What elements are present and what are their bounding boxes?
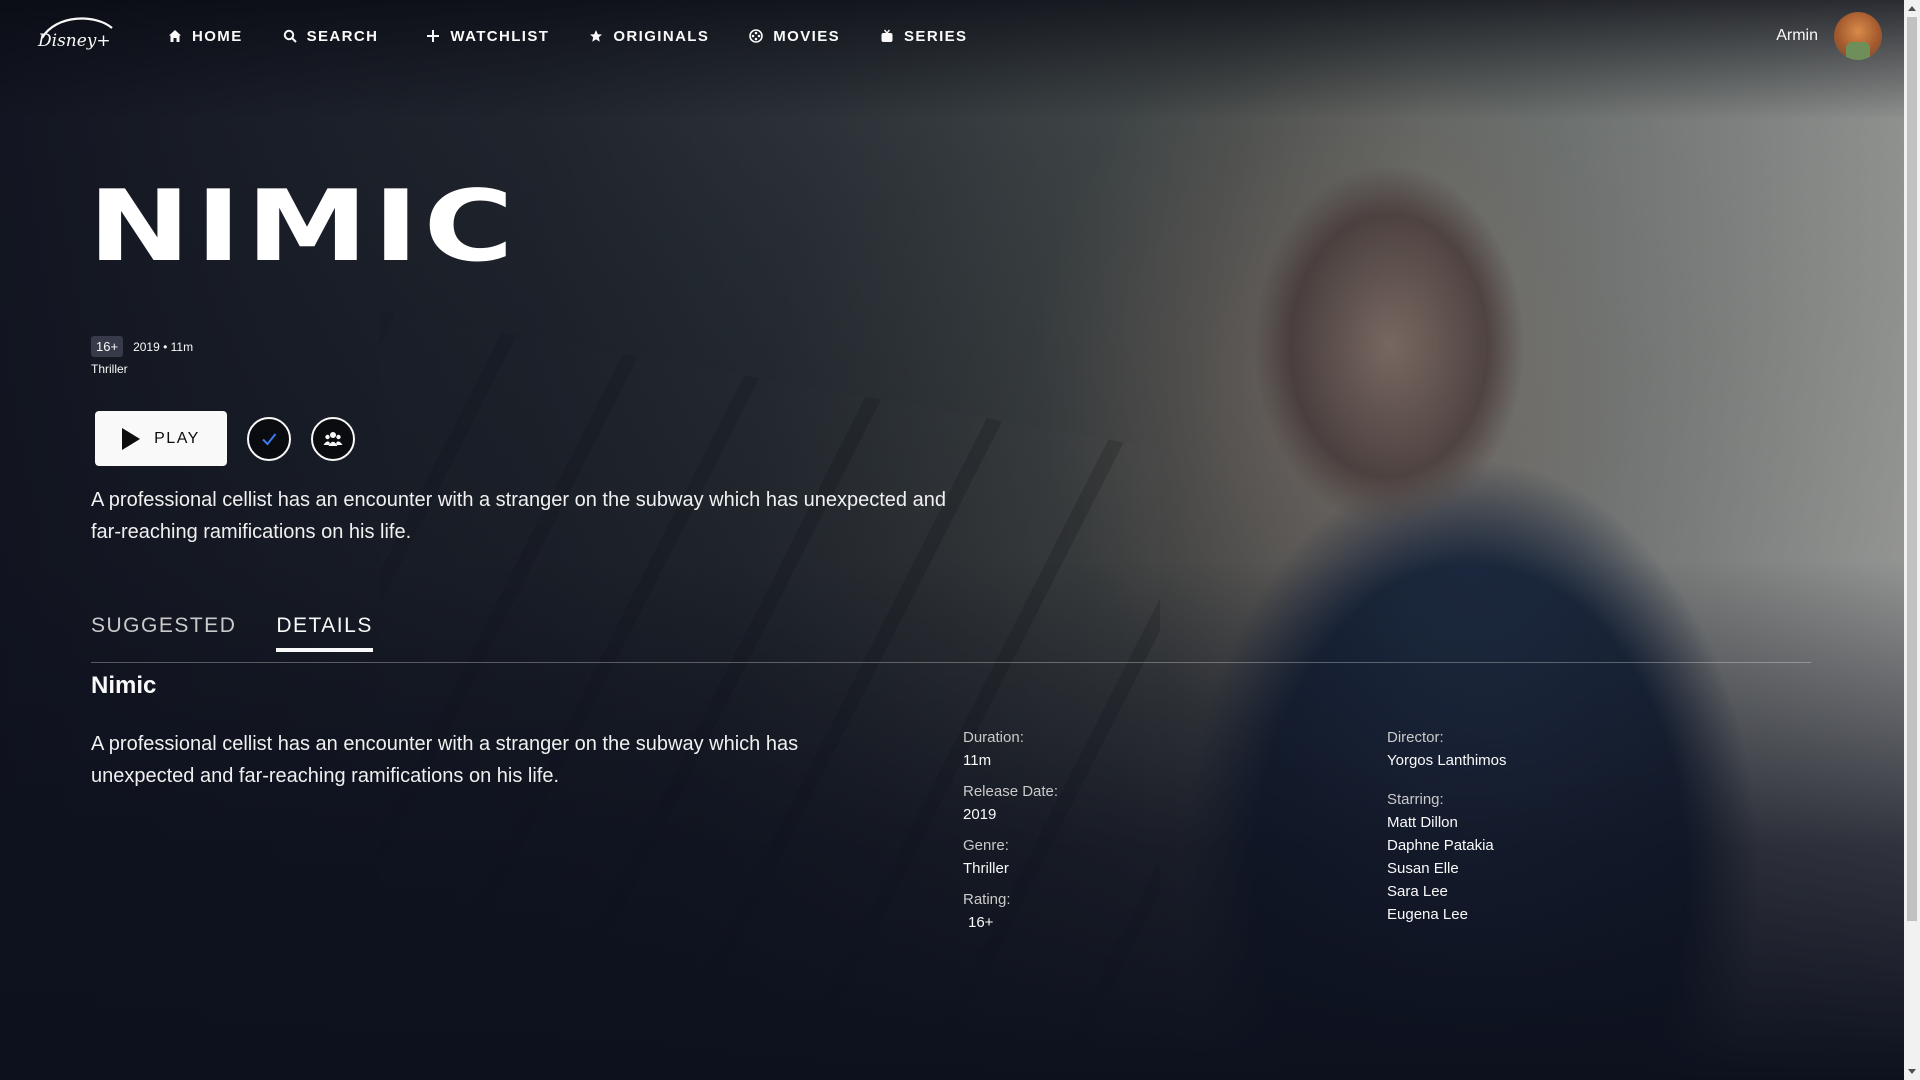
svg-text:Disney+: Disney+ (37, 31, 111, 51)
home-icon (168, 29, 182, 43)
genre-detail-label: Genre: (963, 837, 1009, 854)
user-name: Armin (1776, 27, 1818, 44)
director-label: Director: (1387, 729, 1444, 746)
release-value: 2019 (963, 806, 997, 823)
duration-group: Duration: 11m (963, 729, 1058, 769)
nav-series-label: SERIES (904, 27, 968, 45)
rating-label: Rating: (963, 891, 1011, 908)
nav-originals[interactable]: ORIGINALS (589, 28, 709, 45)
genre-label: Thriller (91, 362, 128, 376)
nav-watchlist[interactable]: WATCHLIST (426, 28, 549, 45)
genre-value: Thriller (963, 860, 1009, 877)
title-logo: NIMIC (88, 170, 519, 284)
rating-badge: 16+ (91, 336, 124, 357)
page-scrollbar[interactable] (1904, 0, 1920, 1080)
play-button[interactable]: PLAY (95, 411, 227, 466)
plus-icon (426, 29, 440, 43)
tab-divider (91, 662, 1811, 663)
watchlist-toggle-button[interactable] (247, 416, 291, 461)
film-reel-icon (749, 29, 764, 43)
duration-label: Duration: (963, 729, 1024, 746)
title-meta: 16+ 2019 • 11m (91, 336, 193, 357)
duration-value: 11m (963, 752, 992, 769)
details-description: A professional cellist has an encounter … (91, 733, 799, 787)
groupwatch-button[interactable] (311, 416, 355, 461)
year-duration: 2019 • 11m (133, 339, 194, 354)
director-value: Yorgos Lanthimos (1387, 752, 1507, 769)
nav-search[interactable]: SEARCH (283, 28, 379, 45)
play-icon (122, 427, 141, 450)
tab-suggested[interactable]: SUGGESTED (91, 614, 236, 652)
nav-home[interactable]: HOME (168, 28, 243, 45)
release-label: Release Date: (963, 783, 1059, 800)
star-icon (589, 29, 603, 43)
genre-group: Genre: Thriller (963, 837, 1058, 877)
details-title: Nimic (91, 672, 157, 699)
user-menu[interactable]: Armin (1776, 12, 1882, 60)
director-group: Director: Yorgos Lanthimos (1387, 729, 1507, 769)
details-info-column: Duration: 11m Release Date: 2019 Genre: … (963, 729, 1058, 945)
cast-member: Susan Elle (1387, 860, 1459, 877)
scroll-down-arrow-icon[interactable] (1908, 1069, 1916, 1074)
rating-group: Rating: 16+ (963, 891, 1058, 931)
cast-member: Eugena Lee (1387, 906, 1468, 923)
cast-member: Daphne Patakia (1387, 837, 1494, 854)
tab-details[interactable]: DETAILS (276, 614, 373, 652)
nav-movies-label: MOVIES (773, 27, 841, 45)
check-icon (262, 432, 277, 445)
nav-movies[interactable]: MOVIES (749, 28, 840, 45)
rating-value: 16+ (968, 914, 994, 931)
tv-icon (880, 29, 894, 43)
top-nav-bar: Disney+ HOME SEARCH WATCHLIST ORIGINALS … (0, 0, 1904, 72)
starring-label: Starring: (1387, 791, 1444, 808)
cast-member: Matt Dillon (1387, 814, 1458, 831)
scroll-thumb[interactable] (1907, 17, 1917, 921)
group-icon (323, 431, 343, 446)
hero-description: A professional cellist has an encounter … (91, 489, 946, 543)
cast-member: Sara Lee (1387, 883, 1448, 900)
play-label: PLAY (154, 429, 200, 447)
details-credits-column: Director: Yorgos Lanthimos Starring: Mat… (1387, 729, 1507, 937)
release-group: Release Date: 2019 (963, 783, 1058, 823)
nav-watchlist-label: WATCHLIST (450, 27, 550, 45)
disney-plus-logo[interactable]: Disney+ (36, 12, 116, 60)
avatar[interactable] (1834, 12, 1882, 60)
nav-series[interactable]: SERIES (880, 28, 967, 45)
starring-group: Starring: Matt Dillon Daphne Patakia Sus… (1387, 791, 1507, 923)
search-icon (283, 29, 297, 43)
main-nav: HOME SEARCH WATCHLIST ORIGINALS MOVIES S… (168, 0, 1007, 72)
content-tabs: SUGGESTED DETAILS (91, 614, 413, 652)
action-bar: PLAY (95, 411, 355, 466)
nav-home-label: HOME (192, 27, 243, 45)
nav-originals-label: ORIGINALS (613, 27, 710, 45)
nav-search-label: SEARCH (306, 27, 379, 45)
scroll-up-arrow-icon[interactable] (1908, 6, 1916, 11)
